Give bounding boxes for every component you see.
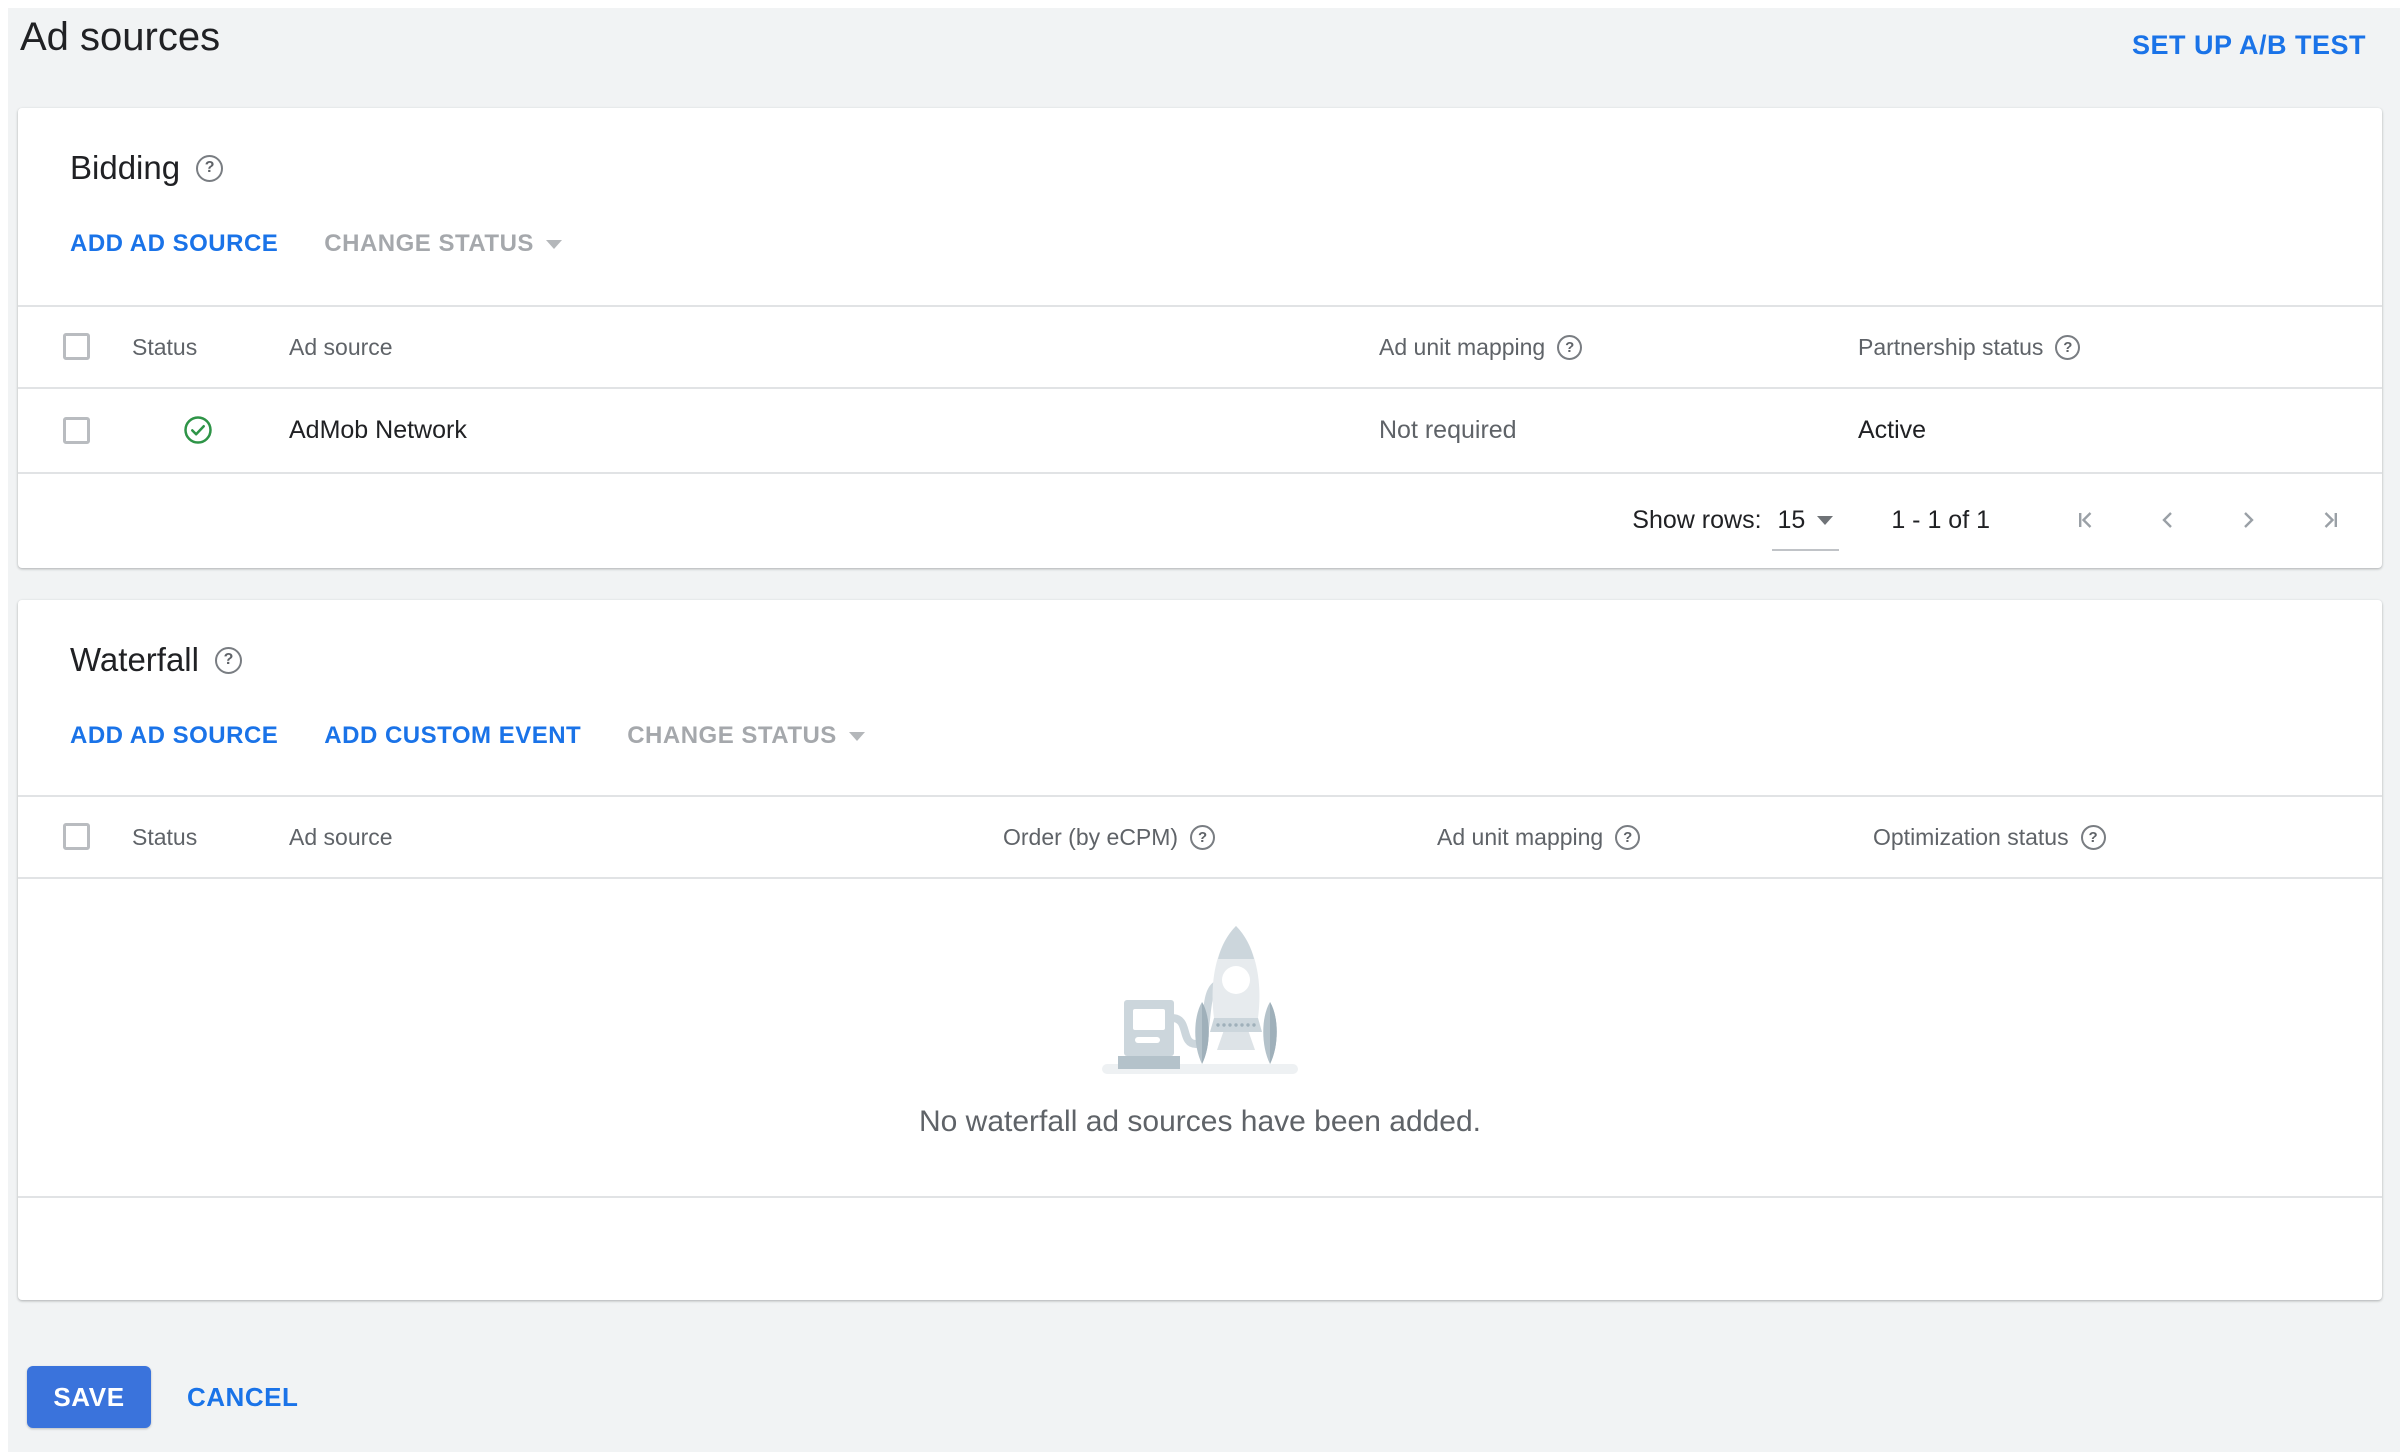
add-ad-source-button[interactable]: ADD AD SOURCE [70,230,278,258]
column-ad-unit-mapping-label: Ad unit mapping [1437,824,1604,850]
pagination-nav [2074,506,2342,534]
chevron-down-icon [848,731,865,741]
column-ad-source: Ad source [289,334,393,360]
chevron-left-icon [2162,512,2172,528]
row-checkbox[interactable] [63,417,90,444]
row-ad-unit-mapping: Not required [1379,416,1517,444]
column-order-by-ecpm: Order (by eCPM) ? [1003,824,1216,851]
rows-per-page-value: 15 [1777,505,1806,534]
waterfall-title-row: Waterfall ? [70,640,242,680]
column-status: Status [132,824,198,850]
column-ad-unit-mapping-label: Ad unit mapping [1379,334,1546,360]
change-status-button[interactable]: CHANGE STATUS [324,230,562,258]
bidding-card: Bidding ? ADD AD SOURCE CHANGE STATUS St… [18,108,2382,568]
help-icon[interactable]: ? [1615,825,1641,850]
chevron-down-icon [545,239,562,249]
waterfall-title: Waterfall [70,641,199,678]
rocket-fuel-illustration [1102,926,1298,1074]
last-page-button[interactable] [2314,506,2342,534]
save-button[interactable]: SAVE [27,1366,151,1428]
empty-state-message: No waterfall ad sources have been added. [918,1105,1482,1138]
waterfall-card: Waterfall ? ADD AD SOURCE ADD CUSTOM EVE… [18,600,2382,1300]
divider [18,305,2382,307]
column-ad-unit-mapping: Ad unit mapping ? [1379,334,1583,361]
column-order-by-ecpm-label: Order (by eCPM) [1003,824,1179,850]
page-top-edge [0,0,2400,8]
previous-page-button[interactable] [2154,506,2182,534]
help-icon[interactable]: ? [214,646,242,674]
help-icon[interactable]: ? [1557,335,1583,360]
help-icon[interactable]: ? [2055,335,2081,360]
cancel-button[interactable]: CANCEL [187,1382,298,1413]
last-page-icon [2324,512,2337,528]
column-status: Status [132,334,198,360]
pagination-range: 1 - 1 of 1 [1891,505,1990,534]
change-status-label: CHANGE STATUS [627,722,837,749]
add-custom-event-button[interactable]: ADD CUSTOM EVENT [324,722,581,750]
divider [18,877,2382,879]
rows-per-page-select[interactable]: 15 [1771,505,1840,551]
row-ad-source[interactable]: AdMob Network [289,416,467,445]
bidding-actions: ADD AD SOURCE CHANGE STATUS [70,230,562,258]
pagination-bar: Show rows: 15 1 - 1 of 1 [1632,472,2382,568]
chevron-right-icon [2244,512,2254,528]
set-up-ab-test-link[interactable]: SET UP A/B TEST [2132,30,2366,61]
next-page-button[interactable] [2234,506,2262,534]
page-left-edge [0,0,8,1452]
change-status-label: CHANGE STATUS [324,230,534,257]
change-status-button[interactable]: CHANGE STATUS [627,722,865,750]
waterfall-select-all-checkbox[interactable] [63,823,90,850]
column-ad-source: Ad source [289,824,393,850]
column-partnership-status-label: Partnership status [1858,334,2044,360]
divider [18,387,2382,389]
column-optimization-status-label: Optimization status [1873,824,2069,850]
show-rows-label: Show rows: [1632,505,1762,534]
chevron-down-icon [1817,515,1834,525]
first-page-icon [2078,512,2092,528]
page-title: Ad sources [20,15,221,59]
check-circle-icon [184,416,212,444]
bidding-select-all-checkbox[interactable] [63,333,90,360]
first-page-button[interactable] [2074,506,2102,534]
bidding-title-row: Bidding ? [70,148,224,188]
add-ad-source-button[interactable]: ADD AD SOURCE [70,722,278,750]
column-ad-unit-mapping: Ad unit mapping ? [1437,824,1641,851]
help-icon[interactable]: ? [1190,825,1216,850]
divider [18,1196,2382,1198]
bidding-title: Bidding [70,149,181,186]
help-icon[interactable]: ? [2080,825,2106,850]
divider [18,795,2382,797]
waterfall-actions: ADD AD SOURCE ADD CUSTOM EVENT CHANGE ST… [70,722,865,750]
column-optimization-status: Optimization status ? [1873,824,2106,851]
help-icon[interactable]: ? [196,154,224,182]
column-partnership-status: Partnership status ? [1858,334,2081,361]
row-partnership-status: Active [1858,416,1927,444]
